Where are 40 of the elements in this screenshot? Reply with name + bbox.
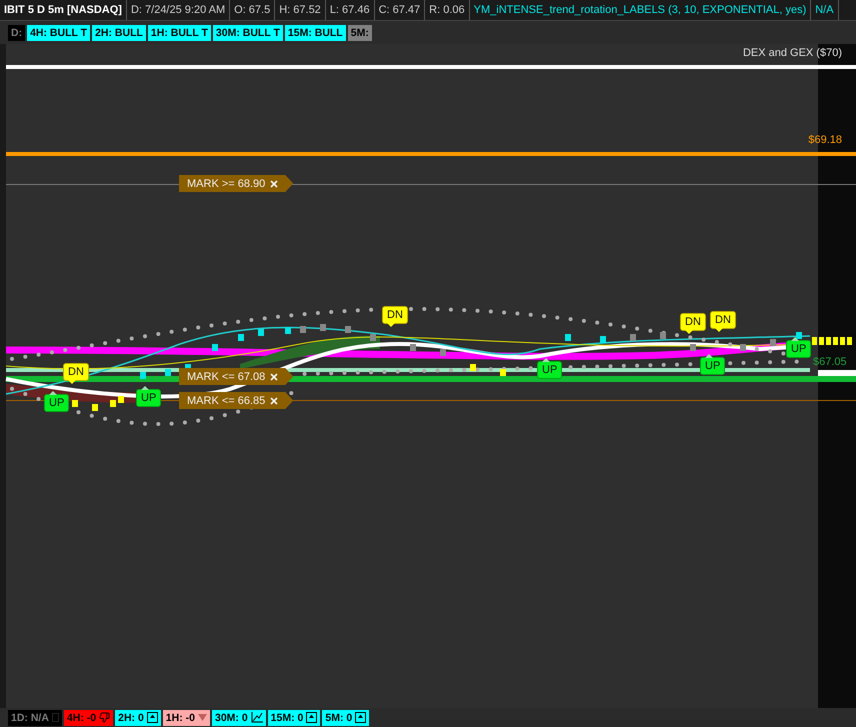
trend-label: 1H: BULL T (148, 24, 211, 40)
trend-label: 2H: BULL (92, 24, 146, 40)
projection-marker-series (812, 337, 852, 345)
trend-label: 30M: BULL T (212, 24, 283, 40)
close-icon[interactable] (269, 178, 280, 188)
study-title: DEX and GEX ($70) (742, 47, 842, 59)
trend-chart-icon (250, 712, 263, 723)
close-icon[interactable] (269, 372, 280, 382)
quote-field: R: 0.06 (425, 0, 470, 20)
trend-label: 15M: BULL (284, 24, 346, 40)
trend-label: 5M: (348, 24, 372, 40)
alert-text: MARK <= 66.85 (187, 394, 266, 406)
study-name: YM_iNTENSE_trend_rotation_LABELS (3, 10, EXPONENTIAL, yes) (470, 0, 812, 20)
label-text: 15M: 0 (270, 712, 304, 724)
close-icon[interactable] (269, 396, 280, 406)
label-text: 2H: 0 (118, 712, 144, 724)
triangle-down-icon (198, 714, 207, 721)
trend-label: 4H: BULL T (27, 24, 90, 40)
quote-field: D: 7/24/25 9:20 AM (126, 0, 230, 20)
study-value: N/A (811, 0, 839, 20)
up-box-icon (306, 712, 318, 723)
label-text: 1D: N/A (11, 712, 49, 724)
symbol-title: IBIT 5 D 5m [NASDAQ] (0, 0, 127, 20)
alert-text: MARK <= 67.08 (187, 370, 266, 382)
up-box-icon (146, 712, 158, 723)
quote-field: C: 67.47 (374, 0, 426, 20)
thumbs-down-icon (99, 712, 110, 723)
label-text: 4H: -0 (66, 712, 96, 724)
square-icon (52, 713, 59, 722)
label-text: 30M: 0 (214, 712, 248, 724)
price-label: $67.05 (813, 356, 847, 368)
price-label: $69.18 (808, 134, 842, 146)
up-box-icon (355, 712, 366, 723)
alert-text: MARK >= 68.90 (187, 178, 266, 190)
trend-label: D: (8, 24, 26, 40)
label-text: 1H: -0 (166, 712, 195, 724)
quote-field: O: 67.5 (230, 0, 276, 20)
label-text: 5M: 0 (325, 712, 352, 724)
quote-field: H: 67.52 (275, 0, 326, 20)
quote-field: L: 67.46 (326, 0, 375, 20)
